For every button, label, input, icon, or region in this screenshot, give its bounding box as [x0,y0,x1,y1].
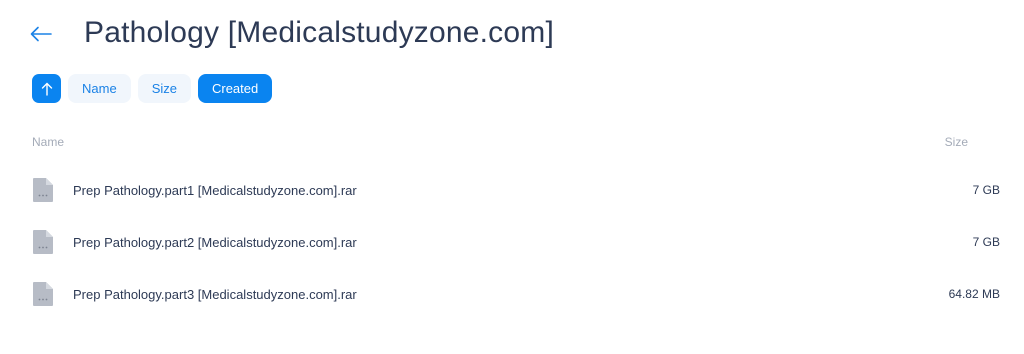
header: Pathology [Medicalstudyzone.com] [28,14,554,54]
file-name: Prep Pathology.part1 [Medicalstudyzone.c… [73,182,357,198]
back-button[interactable] [28,21,54,47]
file-row[interactable]: Prep Pathology.part3 [Medicalstudyzone.c… [32,274,1000,314]
sort-by-created-button[interactable]: Created [197,74,273,103]
file-size: 64.82 MB [948,287,1000,301]
file-icon [33,178,53,202]
sort-by-name-button[interactable]: Name [68,74,131,103]
file-icon [33,230,53,254]
file-row[interactable]: Prep Pathology.part1 [Medicalstudyzone.c… [32,170,1000,210]
sort-bar: Name Size Created [32,74,273,103]
file-icon [33,282,53,306]
page-title: Pathology [Medicalstudyzone.com] [84,16,554,49]
sort-by-size-button[interactable]: Size [137,74,191,103]
file-name: Prep Pathology.part2 [Medicalstudyzone.c… [73,234,357,250]
column-header-size: Size [944,135,968,149]
file-size: 7 GB [972,235,1000,249]
column-header-name: Name [32,135,65,149]
file-size: 7 GB [972,183,1000,197]
arrow-up-icon [41,82,52,96]
file-browser: Pathology [Medicalstudyzone.com] Name Si… [0,0,1024,354]
sort-direction-button[interactable] [32,74,61,103]
file-name: Prep Pathology.part3 [Medicalstudyzone.c… [73,286,357,302]
file-row[interactable]: Prep Pathology.part2 [Medicalstudyzone.c… [32,222,1000,262]
arrow-left-icon [30,26,52,42]
